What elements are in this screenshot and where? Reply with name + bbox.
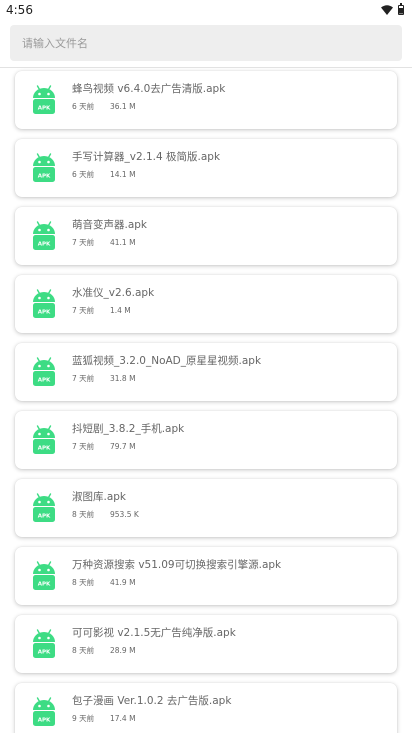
file-size: 953.5 K [110, 510, 139, 519]
file-item[interactable]: 萌音变声器.apk 7 天前 41.1 M [15, 207, 397, 265]
file-name: 可可影视 v2.1.5无广告纯净版.apk [72, 627, 236, 639]
file-size: 36.1 M [110, 102, 136, 111]
android-apk-icon [32, 357, 56, 387]
file-name: 萌音变声器.apk [72, 219, 148, 231]
android-apk-icon [32, 561, 56, 591]
file-time: 8 天前 [72, 510, 95, 519]
android-apk-icon [32, 221, 56, 251]
file-name: 蜂鸟视频 v6.4.0去广告清版.apk [72, 83, 226, 95]
android-apk-icon [32, 85, 56, 115]
file-time: 8 天前 [72, 578, 95, 587]
android-apk-icon [32, 289, 56, 319]
file-name: 淑图库.apk [72, 491, 127, 503]
file-time: 7 天前 [72, 442, 95, 451]
file-name: 包子漫画 Ver.1.0.2 去广告版.apk [72, 695, 232, 707]
file-item[interactable]: 蓝狐视频_3.2.0_NoAD_原星星视频.apk 7 天前 31.8 M [15, 343, 397, 401]
file-time: 9 天前 [72, 714, 95, 723]
file-time: 7 天前 [72, 374, 95, 383]
file-item[interactable]: 蜂鸟视频 v6.4.0去广告清版.apk 6 天前 36.1 M [15, 71, 397, 129]
android-apk-icon [32, 697, 56, 727]
android-apk-icon [32, 153, 56, 183]
file-size: 31.8 M [110, 374, 136, 383]
file-size: 17.4 M [110, 714, 136, 723]
file-name: 水准仪_v2.6.apk [72, 287, 155, 299]
file-name: 蓝狐视频_3.2.0_NoAD_原星星视频.apk [72, 355, 262, 367]
file-size: 1.4 M [110, 306, 131, 315]
file-time: 6 天前 [72, 102, 95, 111]
file-item[interactable]: 手写计算器_v2.1.4 极简版.apk 6 天前 14.1 M [15, 139, 397, 197]
file-item[interactable]: 可可影视 v2.1.5无广告纯净版.apk 8 天前 28.9 M [15, 615, 397, 673]
file-item[interactable]: 淑图库.apk 8 天前 953.5 K [15, 479, 397, 537]
file-size: 28.9 M [110, 646, 136, 655]
file-name: 手写计算器_v2.1.4 极简版.apk [72, 151, 221, 163]
file-name: 万种资源搜索 v51.09可切换搜索引擎源.apk [72, 559, 282, 571]
file-item[interactable]: 抖短剧_3.8.2_手机.apk 7 天前 79.7 M [15, 411, 397, 469]
file-item[interactable]: 水准仪_v2.6.apk 7 天前 1.4 M [15, 275, 397, 333]
file-time: 8 天前 [72, 646, 95, 655]
file-name: 抖短剧_3.8.2_手机.apk [72, 423, 185, 435]
file-size: 14.1 M [110, 170, 136, 179]
file-item[interactable]: 包子漫画 Ver.1.0.2 去广告版.apk 9 天前 17.4 M [15, 683, 397, 733]
file-list: 蜂鸟视频 v6.4.0去广告清版.apk 6 天前 36.1 M 手写计算器_v2… [0, 0, 412, 733]
file-size: 79.7 M [110, 442, 136, 451]
file-time: 7 天前 [72, 306, 95, 315]
android-apk-icon [32, 425, 56, 455]
file-size: 41.9 M [110, 578, 136, 587]
file-time: 7 天前 [72, 238, 95, 247]
android-apk-icon [32, 629, 56, 659]
file-time: 6 天前 [72, 170, 95, 179]
file-size: 41.1 M [110, 238, 136, 247]
file-item[interactable]: 万种资源搜索 v51.09可切换搜索引擎源.apk 8 天前 41.9 M [15, 547, 397, 605]
android-apk-icon [32, 493, 56, 523]
